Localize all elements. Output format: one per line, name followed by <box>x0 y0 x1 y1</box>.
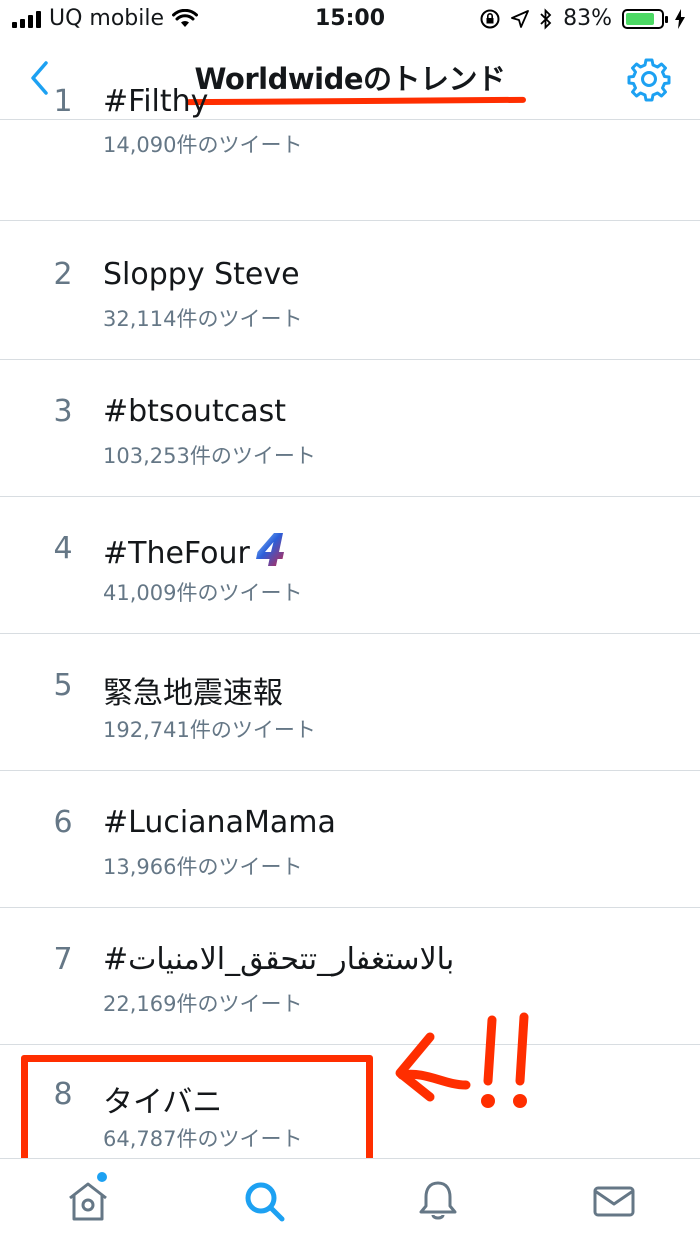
trend-count: 103,253件のツイート <box>103 444 316 468</box>
trend-name: #بالاستغفار_تتحقق_الامنيات <box>103 942 455 977</box>
charging-icon <box>675 8 685 29</box>
status-bar: UQ mobile 15:00 83% <box>0 0 700 40</box>
rotation-lock-icon <box>480 9 500 28</box>
trend-item-4[interactable]: 4 #TheFour 41,009件のツイート <box>0 497 700 634</box>
search-icon <box>245 1182 285 1222</box>
trend-name: #btsoutcast <box>103 394 286 429</box>
trend-item-7[interactable]: 7 #بالاستغفار_تتحقق_الامنيات 22,169件のツイー… <box>0 908 700 1045</box>
the-four-emoji-icon <box>255 533 284 566</box>
trend-name: #Filthy <box>103 84 209 119</box>
tab-search[interactable] <box>240 1177 288 1225</box>
trend-rank: 6 <box>53 805 73 840</box>
battery-icon <box>622 8 668 29</box>
tab-bar <box>0 1158 700 1245</box>
trend-count: 41,009件のツイート <box>103 581 303 605</box>
trend-rank: 1 <box>53 84 73 119</box>
trend-item-1[interactable]: 1 #Filthy 14,090件のツイート <box>0 84 700 221</box>
trend-name: #LucianaMama <box>103 805 336 840</box>
trend-item-3[interactable]: 3 #btsoutcast 103,253件のツイート <box>0 360 700 497</box>
trend-name-text: #TheFour <box>103 536 250 571</box>
trend-count: 192,741件のツイート <box>103 718 316 742</box>
bell-icon <box>419 1181 457 1220</box>
trend-rank: 3 <box>53 394 73 429</box>
trend-name: Sloppy Steve <box>103 257 300 292</box>
tab-home[interactable] <box>64 1177 112 1225</box>
trend-name: 緊急地震速報 <box>103 676 283 711</box>
home-icon <box>69 1182 107 1221</box>
trend-rank: 7 <box>53 942 73 977</box>
tab-notifications[interactable] <box>414 1177 462 1225</box>
tab-messages[interactable] <box>590 1177 638 1225</box>
trend-count: 13,966件のツイート <box>103 855 303 879</box>
trend-count: 32,114件のツイート <box>103 307 303 331</box>
bluetooth-icon <box>540 7 552 30</box>
trend-rank: 5 <box>53 668 73 703</box>
trend-count: 14,090件のツイート <box>103 133 303 157</box>
trend-rank: 2 <box>53 257 73 292</box>
mail-icon <box>593 1186 635 1217</box>
trend-item-6[interactable]: 6 #LucianaMama 13,966件のツイート <box>0 771 700 908</box>
arrow-annotation <box>395 1012 529 1108</box>
highlight-box-annotation <box>21 1055 373 1167</box>
trend-count: 22,169件のツイート <box>103 992 303 1016</box>
location-icon <box>511 9 529 28</box>
trend-item-2[interactable]: 2 Sloppy Steve 32,114件のツイート <box>0 223 700 360</box>
notification-dot <box>97 1172 107 1182</box>
trend-item-5[interactable]: 5 緊急地震速報 192,741件のツイート <box>0 634 700 771</box>
trend-name: #TheFour <box>103 531 288 571</box>
trend-rank: 4 <box>53 531 73 566</box>
battery-percent: 83% <box>563 6 612 31</box>
